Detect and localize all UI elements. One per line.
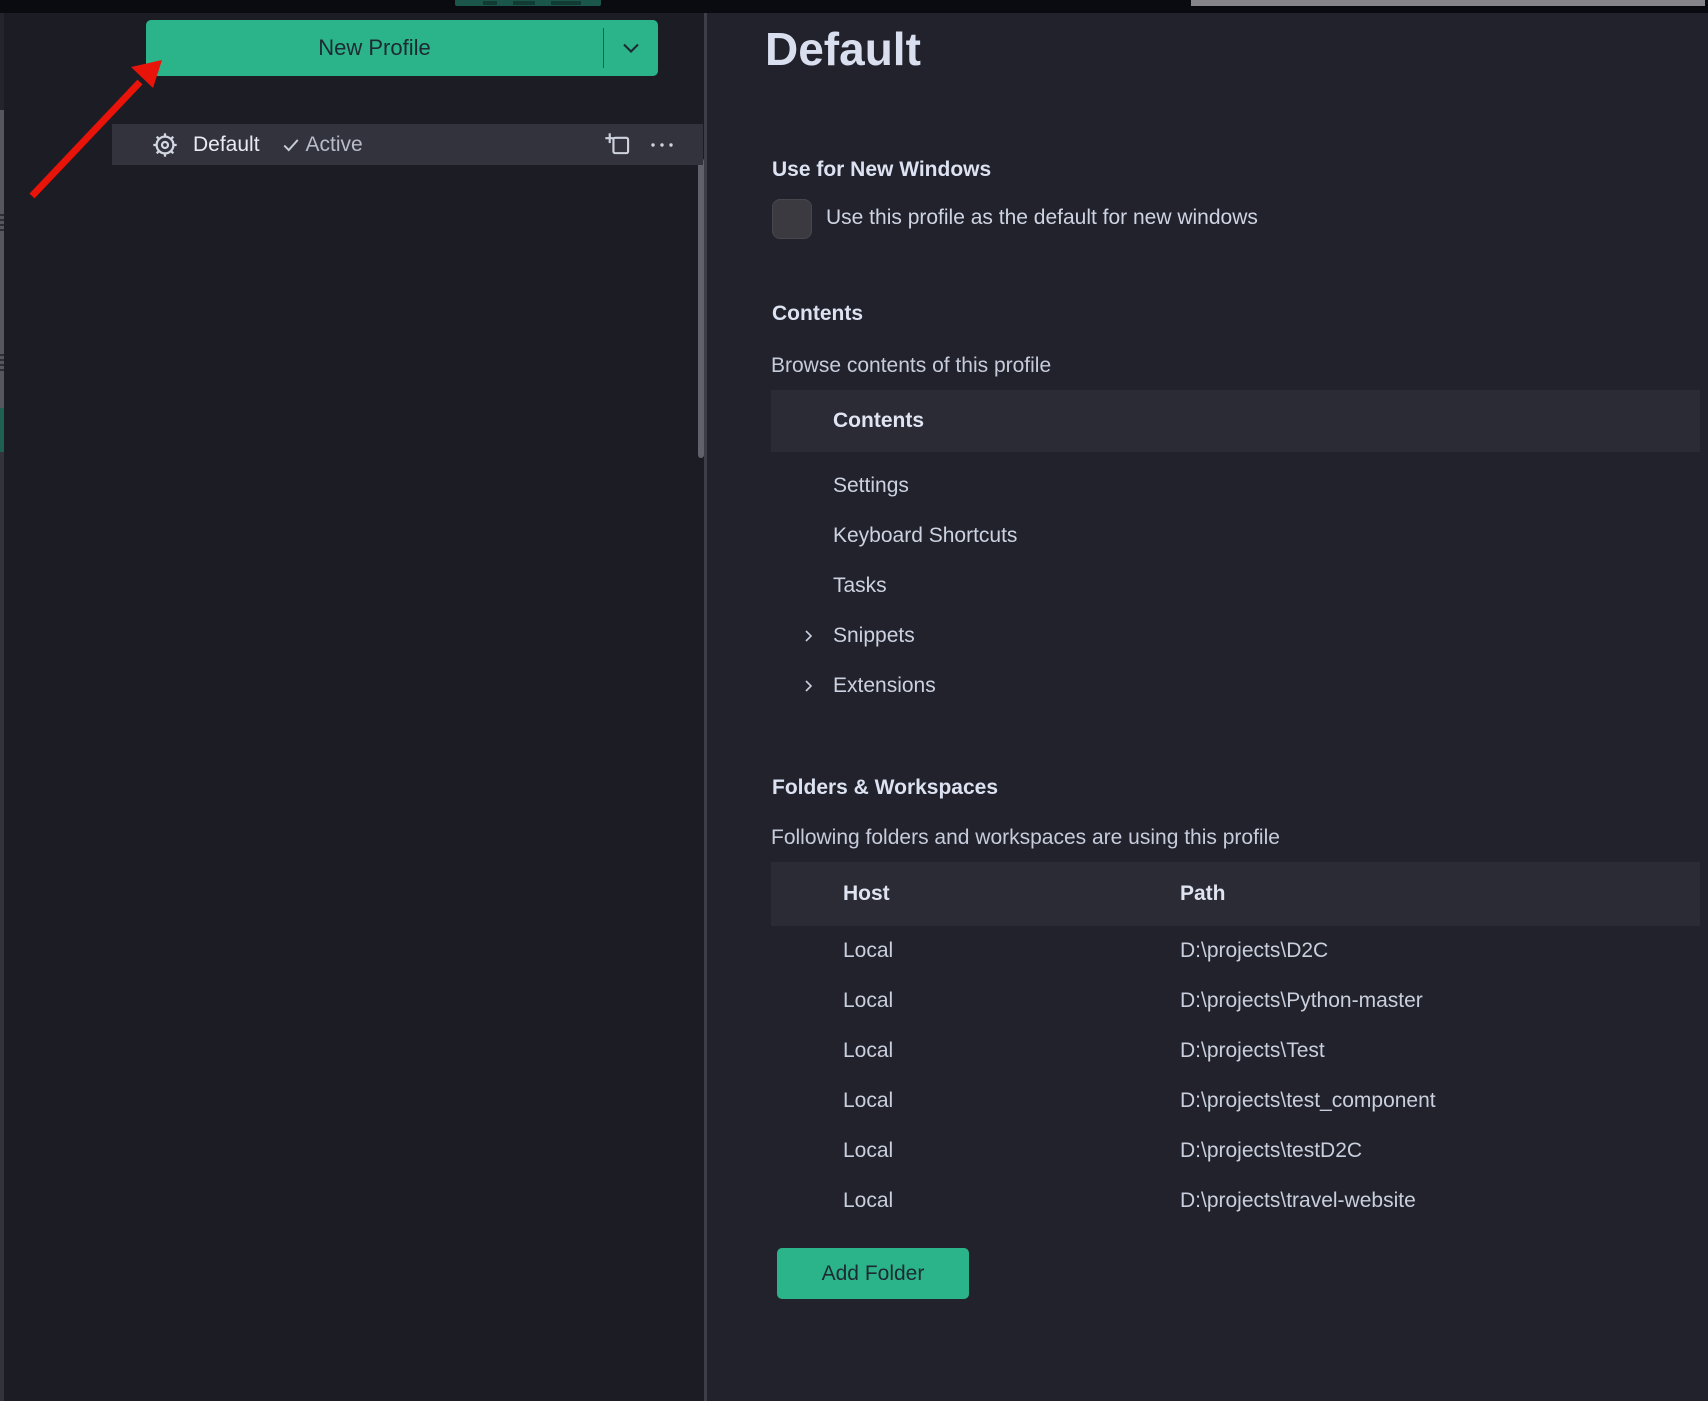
tree-gap [771,452,1700,461]
cell-host: Local [843,1139,1180,1163]
tree-item-label: Extensions [833,674,936,697]
cell-path: D:\projects\D2C [1180,939,1700,963]
open-new-window-with-profile-button[interactable] [603,130,633,160]
remnant-glyph [513,1,535,5]
cell-host: Local [843,1089,1180,1113]
contents-heading: Contents [772,302,863,326]
folders-workspaces-heading: Folders & Workspaces [772,776,998,800]
cell-path: D:\projects\testD2C [1180,1139,1700,1163]
cell-path: D:\projects\test_component [1180,1089,1700,1113]
tree-item-keyboard-shortcuts[interactable]: Keyboard Shortcuts [771,511,1700,561]
tree-item-settings[interactable]: Settings [771,461,1700,511]
table-row: Local D:\projects\D2C [771,926,1700,976]
chevron-right-icon[interactable] [801,678,817,694]
new-profile-dropdown-button[interactable] [604,20,658,76]
chevron-down-icon [621,41,641,55]
tree-item-tasks[interactable]: Tasks [771,561,1700,611]
add-folder-button[interactable]: Add Folder [777,1248,969,1299]
cell-host: Local [843,939,1180,963]
check-icon [282,136,300,154]
folders-workspaces-description: Following folders and workspaces are usi… [771,826,1280,850]
new-profile-button[interactable]: New Profile [146,20,658,76]
folders-table-header: Host Path [771,862,1700,926]
profile-name: Default [193,133,260,157]
profile-contents-tree: Contents Settings Keyboard Shortcuts Tas… [771,390,1700,711]
new-windows-heading: Use for New Windows [772,158,991,182]
cell-path: D:\projects\Test [1180,1039,1700,1063]
cell-host: Local [843,1189,1180,1213]
tree-item-contents[interactable]: Contents [771,390,1700,452]
profiles-sidebar [4,13,704,1401]
gear-icon [150,130,180,160]
cell-host: Local [843,989,1180,1013]
profile-list-item-default[interactable]: Default Active [112,124,703,165]
table-row: Local D:\projects\test_component [771,1076,1700,1126]
cutoff-green-button-remnant [455,0,601,6]
page-title: Default [765,22,921,76]
table-row: Local D:\projects\Test [771,1026,1700,1076]
contents-description: Browse contents of this profile [771,354,1051,378]
table-row: Local D:\projects\Python-master [771,976,1700,1026]
cutoff-gray-bar-remnant [1191,0,1705,6]
new-profile-button-label[interactable]: New Profile [146,20,603,76]
profile-active-badge: Active [306,133,363,157]
window-top-bar [0,0,1708,13]
cell-path: D:\projects\travel-website [1180,1189,1700,1213]
default-for-new-windows-label: Use this profile as the default for new … [826,206,1258,230]
cell-path: D:\projects\Python-master [1180,989,1700,1013]
remnant-glyph [551,1,581,5]
tree-item-label: Snippets [833,624,915,647]
column-header-path: Path [1180,882,1700,906]
remnant-glyph [483,1,497,5]
folders-table: Host Path Local D:\projects\D2C Local D:… [771,862,1700,1226]
column-header-host: Host [843,882,1180,906]
table-row: Local D:\projects\testD2C [771,1126,1700,1176]
chevron-right-icon[interactable] [801,628,817,644]
profile-details-panel: Default Use for New Windows Use this pro… [707,13,1708,1401]
more-actions-button[interactable] [647,130,677,160]
tree-item-snippets[interactable]: Snippets [771,611,1700,661]
tree-item-extensions[interactable]: Extensions [771,661,1700,711]
cell-host: Local [843,1039,1180,1063]
default-for-new-windows-checkbox[interactable] [772,199,812,239]
table-row: Local D:\projects\travel-website [771,1176,1700,1226]
